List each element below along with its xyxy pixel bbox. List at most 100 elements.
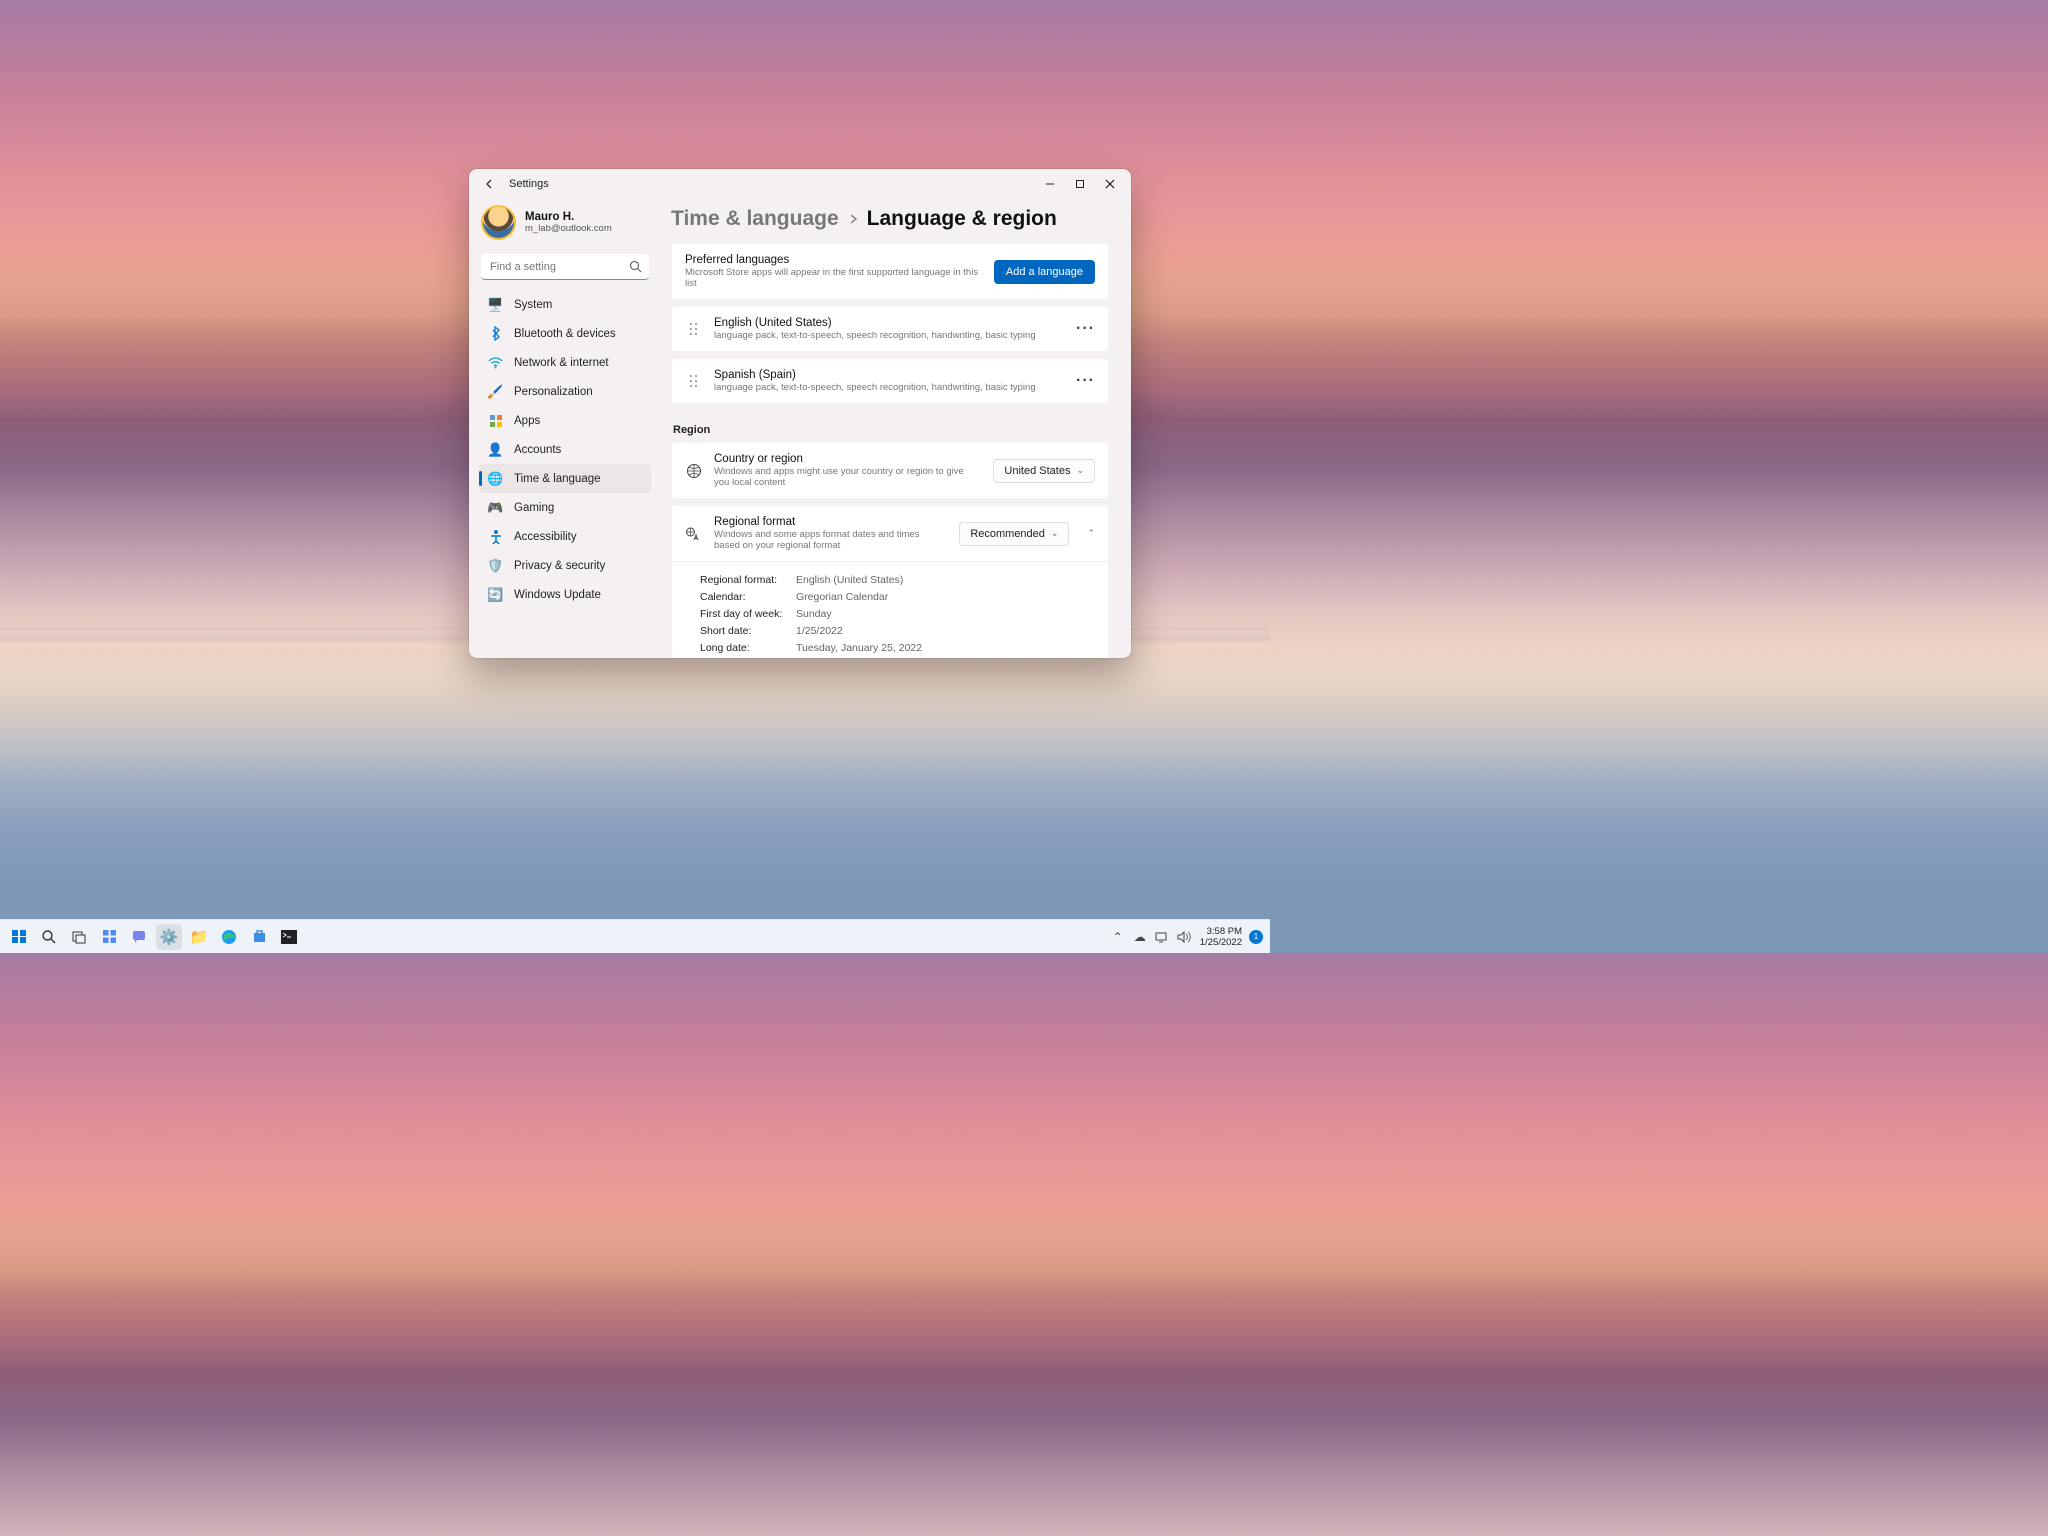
nav-label: Time & language bbox=[514, 473, 601, 485]
terminal-icon bbox=[281, 930, 297, 944]
minimize-button[interactable] bbox=[1035, 173, 1065, 195]
chevron-right-icon bbox=[848, 212, 858, 226]
nav-icon bbox=[488, 326, 503, 341]
clock-date: 1/25/2022 bbox=[1200, 937, 1242, 948]
terminal[interactable] bbox=[276, 924, 302, 950]
format-select[interactable]: Recommended⌄ bbox=[959, 522, 1069, 546]
taskbar-settings[interactable]: ⚙️ bbox=[156, 924, 182, 950]
nav-icon: 🎮 bbox=[488, 500, 503, 515]
taskview-icon bbox=[72, 930, 87, 944]
edge[interactable] bbox=[216, 924, 242, 950]
onedrive-icon[interactable]: ☁ bbox=[1131, 926, 1149, 948]
more-button[interactable]: ··· bbox=[1076, 320, 1095, 338]
detail-value: Tuesday, January 25, 2022 bbox=[796, 642, 922, 654]
format-title: Regional format bbox=[714, 516, 947, 528]
regional-format-card: Regional format Windows and some apps fo… bbox=[671, 505, 1109, 658]
format-sub: Windows and some apps format dates and t… bbox=[714, 529, 947, 551]
minimize-icon bbox=[1045, 179, 1055, 189]
maximize-button[interactable] bbox=[1065, 173, 1095, 195]
nav-accounts[interactable]: 👤 Accounts bbox=[479, 435, 651, 464]
chevron-down-icon: ⌄ bbox=[1076, 465, 1084, 476]
clock-time: 3:58 PM bbox=[1200, 926, 1242, 937]
nav-label: Apps bbox=[514, 415, 540, 427]
window-title: Settings bbox=[509, 178, 549, 190]
nav-icon bbox=[488, 529, 503, 544]
windows-icon bbox=[12, 930, 25, 943]
format-detail-row: Calendar:Gregorian Calendar bbox=[700, 588, 1094, 605]
nav-apps[interactable]: Apps bbox=[479, 406, 651, 435]
nav-icon: 🖥️ bbox=[488, 297, 503, 312]
start-button[interactable] bbox=[6, 924, 32, 950]
search-icon bbox=[629, 260, 642, 273]
language-name: Spanish (Spain) bbox=[714, 369, 1064, 381]
nav-accessibility[interactable]: Accessibility bbox=[479, 522, 651, 551]
arrow-left-icon bbox=[484, 178, 496, 190]
back-button[interactable] bbox=[479, 173, 501, 195]
breadcrumb: Time & language Language & region bbox=[671, 205, 1109, 243]
drag-handle-icon[interactable] bbox=[685, 374, 702, 388]
nav-label: Accessibility bbox=[514, 531, 577, 543]
nav-label: Privacy & security bbox=[514, 560, 605, 572]
language-item[interactable]: Spanish (Spain)language pack, text-to-sp… bbox=[671, 358, 1109, 404]
nav-label: Network & internet bbox=[514, 357, 609, 369]
nav-icon: 🖌️ bbox=[488, 384, 503, 399]
region-header: Region bbox=[671, 404, 1109, 442]
format-icon bbox=[685, 526, 702, 542]
country-title: Country or region bbox=[714, 453, 981, 465]
language-item[interactable]: English (United States)language pack, te… bbox=[671, 306, 1109, 352]
nav-icon bbox=[488, 413, 503, 428]
network-tray-icon[interactable] bbox=[1153, 926, 1171, 948]
widgets-icon bbox=[102, 929, 117, 944]
country-select[interactable]: United States⌄ bbox=[993, 459, 1095, 483]
nav-icon: 🛡️ bbox=[488, 558, 503, 573]
settings-window: Settings Mauro H. m_lab@outlook.com 🖥️ Sy… bbox=[469, 169, 1131, 658]
nav-icon: 🌐 bbox=[488, 471, 503, 486]
format-detail-row: Long date:Tuesday, January 25, 2022 bbox=[700, 639, 1094, 656]
detail-key: Short date: bbox=[700, 625, 796, 637]
notification-badge[interactable]: 1 bbox=[1249, 930, 1263, 944]
taskbar-search[interactable] bbox=[36, 924, 62, 950]
preferred-languages-card: Preferred languages Microsoft Store apps… bbox=[671, 243, 1109, 300]
nav-personalization[interactable]: 🖌️ Personalization bbox=[479, 377, 651, 406]
nav-privacy-security[interactable]: 🛡️ Privacy & security bbox=[479, 551, 651, 580]
nav-gaming[interactable]: 🎮Gaming bbox=[479, 493, 651, 522]
nav-icon: 👤 bbox=[488, 442, 503, 457]
language-features: language pack, text-to-speech, speech re… bbox=[714, 382, 1064, 393]
format-detail-row: Short time:3:58 PM bbox=[700, 656, 1094, 658]
store[interactable] bbox=[246, 924, 272, 950]
nav-label: System bbox=[514, 299, 552, 311]
add-language-button[interactable]: Add a language bbox=[994, 260, 1095, 284]
search-field[interactable] bbox=[481, 254, 649, 280]
account-block[interactable]: Mauro H. m_lab@outlook.com bbox=[479, 203, 651, 254]
detail-value: Gregorian Calendar bbox=[796, 591, 888, 603]
chat[interactable] bbox=[126, 924, 152, 950]
regional-format-row[interactable]: Regional format Windows and some apps fo… bbox=[672, 506, 1108, 561]
tray-chevron[interactable]: ⌃ bbox=[1109, 926, 1127, 948]
search-input[interactable] bbox=[481, 254, 649, 280]
country-region-card[interactable]: Country or region Windows and apps might… bbox=[671, 442, 1109, 499]
nav-network-internet[interactable]: Network & internet bbox=[479, 348, 651, 377]
nav-label: Personalization bbox=[514, 386, 593, 398]
nav-time-language[interactable]: 🌐 Time & language bbox=[479, 464, 651, 493]
widgets[interactable] bbox=[96, 924, 122, 950]
drag-handle-icon[interactable] bbox=[685, 322, 702, 336]
breadcrumb-parent[interactable]: Time & language bbox=[671, 207, 839, 231]
volume-icon[interactable] bbox=[1175, 926, 1193, 948]
task-view[interactable] bbox=[66, 924, 92, 950]
file-explorer[interactable]: 📁 bbox=[186, 924, 212, 950]
format-details: Regional format:English (United States)C… bbox=[672, 561, 1108, 658]
store-icon bbox=[252, 929, 267, 944]
detail-value: 1/25/2022 bbox=[796, 625, 843, 637]
nav-bluetooth-devices[interactable]: Bluetooth & devices bbox=[479, 319, 651, 348]
nav-label: Accounts bbox=[514, 444, 561, 456]
taskbar-clock[interactable]: 3:58 PM 1/25/2022 bbox=[1197, 926, 1245, 948]
close-button[interactable] bbox=[1095, 173, 1125, 195]
nav-windows-update[interactable]: 🔄Windows Update bbox=[479, 580, 651, 609]
chat-icon bbox=[131, 929, 147, 945]
chevron-down-icon: ⌄ bbox=[1051, 528, 1059, 539]
chevron-up-icon[interactable]: ⌃ bbox=[1087, 528, 1095, 539]
more-button[interactable]: ··· bbox=[1076, 372, 1095, 390]
edge-icon bbox=[221, 929, 237, 945]
nav-system[interactable]: 🖥️ System bbox=[479, 290, 651, 319]
main-content: Time & language Language & region Prefer… bbox=[659, 199, 1131, 658]
